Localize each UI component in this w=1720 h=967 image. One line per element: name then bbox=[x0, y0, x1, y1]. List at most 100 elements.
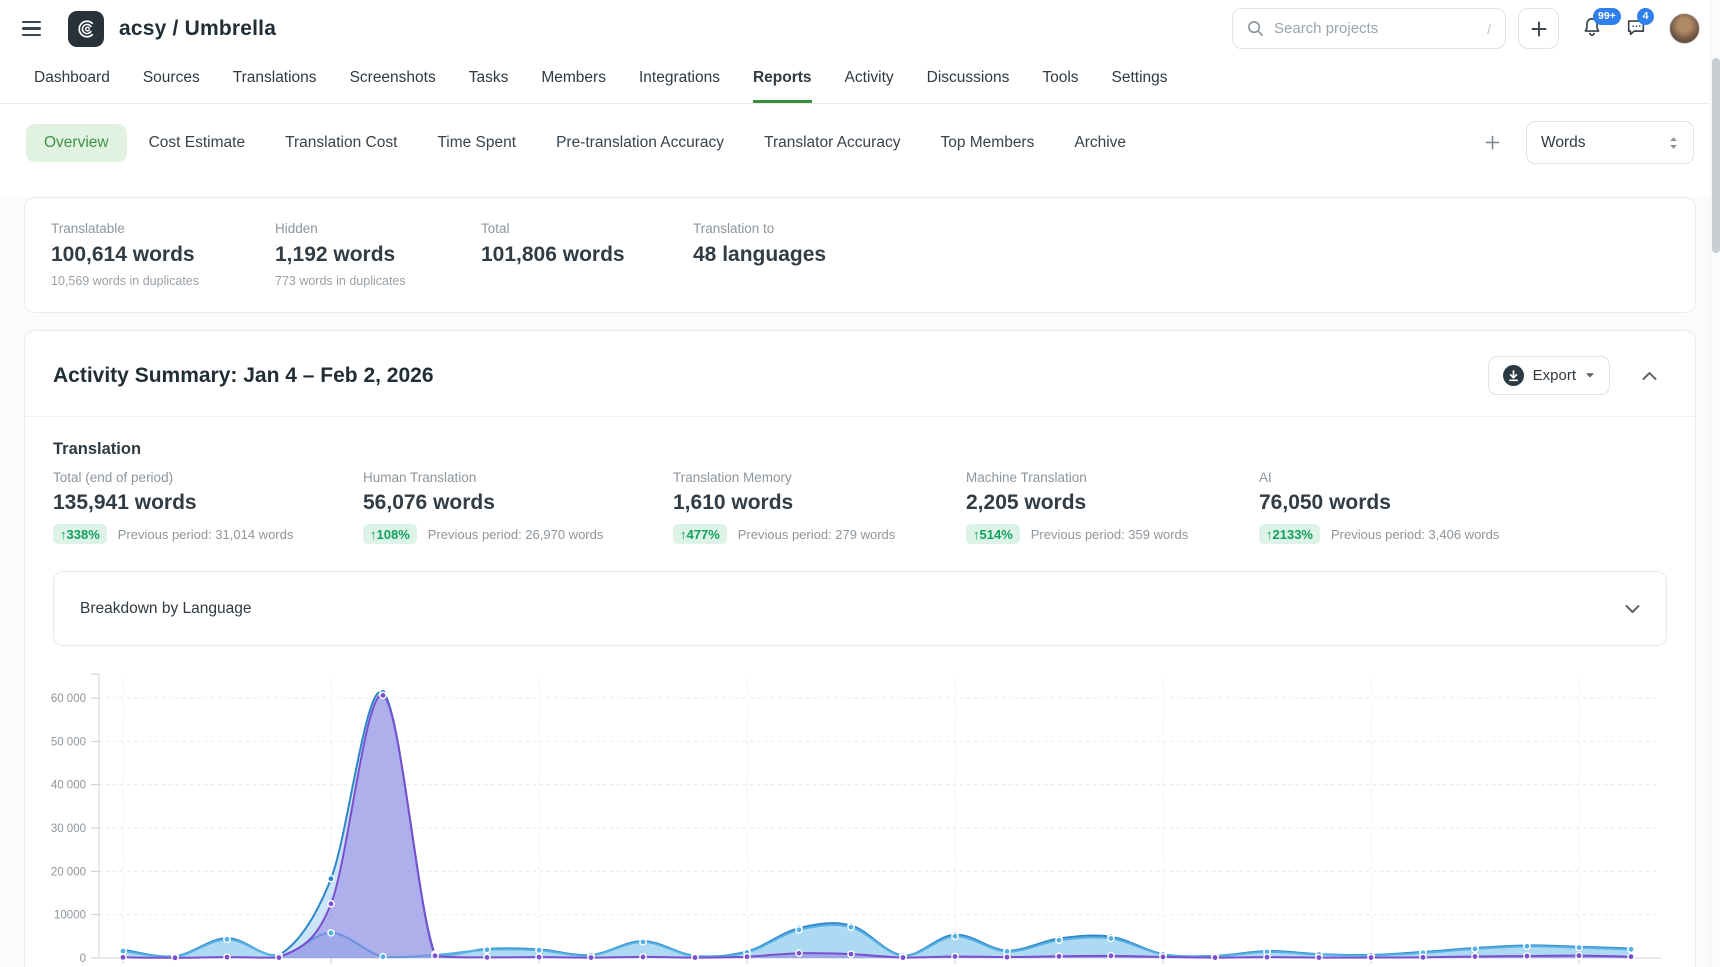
tab-reports[interactable]: Reports bbox=[753, 69, 812, 103]
collapse-section-button[interactable] bbox=[1642, 371, 1657, 381]
create-project-button[interactable] bbox=[1518, 8, 1559, 49]
metric-label: Total (end of period) bbox=[53, 470, 363, 485]
download-circle-icon bbox=[1503, 365, 1524, 386]
tab-discussions[interactable]: Discussions bbox=[927, 69, 1010, 103]
search-shortcut-hint: / bbox=[1487, 21, 1491, 37]
metric-label: Human Translation bbox=[363, 470, 673, 485]
tab-settings[interactable]: Settings bbox=[1112, 69, 1168, 103]
tab-sources[interactable]: Sources bbox=[143, 69, 200, 103]
change-badge: ↑514% bbox=[966, 524, 1020, 544]
stat-label: Total bbox=[481, 221, 693, 236]
menu-icon[interactable] bbox=[22, 17, 46, 41]
metric-value: 76,050 words bbox=[1259, 491, 1499, 515]
metric-label: AI bbox=[1259, 470, 1499, 485]
stat-translatable: Translatable 100,614 words 10,569 words … bbox=[51, 221, 275, 288]
change-badge: ↑108% bbox=[363, 524, 417, 544]
stat-value: 100,614 words bbox=[51, 243, 275, 267]
stat-label: Translatable bbox=[51, 221, 275, 236]
search-icon bbox=[1247, 20, 1264, 37]
svg-text:10000: 10000 bbox=[54, 910, 86, 922]
plus-icon bbox=[1531, 21, 1547, 37]
stat-translation-to: Translation to 48 languages bbox=[693, 221, 826, 288]
top-bar: acsy / Umbrella / 99+ 4 bbox=[0, 0, 1720, 57]
tab-screenshots[interactable]: Screenshots bbox=[350, 69, 436, 103]
report-tab-translator-accuracy[interactable]: Translator Accuracy bbox=[746, 124, 918, 162]
metric-label: Translation Memory bbox=[673, 470, 966, 485]
word-stats-card: Translatable 100,614 words 10,569 words … bbox=[24, 197, 1696, 313]
tab-tasks[interactable]: Tasks bbox=[469, 69, 509, 103]
translation-activity-chart: 01000020 00030 00040 00050 00060 0004 Ja… bbox=[35, 662, 1685, 967]
previous-period: Previous period: 279 words bbox=[738, 527, 896, 542]
app-logo[interactable] bbox=[68, 11, 104, 47]
svg-text:20 000: 20 000 bbox=[51, 866, 86, 878]
tab-members[interactable]: Members bbox=[541, 69, 606, 103]
change-badge: ↑477% bbox=[673, 524, 727, 544]
logo-icon bbox=[74, 17, 98, 41]
messages-count-badge: 4 bbox=[1637, 8, 1654, 25]
metric-total-end-of-period: Total (end of period) 135,941 words ↑338… bbox=[53, 470, 363, 544]
metric-machine-translation: Machine Translation 2,205 words ↑514% Pr… bbox=[966, 470, 1259, 544]
search-input[interactable] bbox=[1274, 20, 1477, 37]
svg-text:60 000: 60 000 bbox=[51, 693, 86, 705]
stat-value: 101,806 words bbox=[481, 243, 693, 267]
previous-period: Previous period: 31,014 words bbox=[118, 527, 294, 542]
metric-human-translation: Human Translation 56,076 words ↑108% Pre… bbox=[363, 470, 673, 544]
report-tab-cost-estimate[interactable]: Cost Estimate bbox=[131, 124, 263, 162]
page-title: acsy / Umbrella bbox=[119, 17, 276, 41]
report-tab-translation-cost[interactable]: Translation Cost bbox=[267, 124, 415, 162]
reports-content: Translatable 100,614 words 10,569 words … bbox=[0, 197, 1720, 967]
change-badge: ↑2133% bbox=[1259, 524, 1320, 544]
scrollbar-thumb[interactable] bbox=[1712, 58, 1720, 253]
notifications-count-badge: 99+ bbox=[1593, 8, 1621, 25]
stat-note: 10,569 words in duplicates bbox=[51, 274, 275, 288]
up-down-arrows-icon bbox=[1668, 135, 1679, 151]
previous-period: Previous period: 26,970 words bbox=[428, 527, 604, 542]
previous-period: Previous period: 3,406 words bbox=[1331, 527, 1499, 542]
chevron-up-icon bbox=[1642, 371, 1657, 381]
export-button-label: Export bbox=[1533, 367, 1576, 384]
tab-translations[interactable]: Translations bbox=[233, 69, 317, 103]
svg-text:50 000: 50 000 bbox=[51, 736, 86, 748]
report-tab-archive[interactable]: Archive bbox=[1056, 124, 1144, 162]
metric-value: 1,610 words bbox=[673, 491, 966, 515]
plus-icon bbox=[1485, 135, 1500, 150]
svg-text:0: 0 bbox=[80, 953, 86, 965]
add-report-button[interactable] bbox=[1479, 129, 1506, 156]
activity-summary-title: Activity Summary: Jan 4 – Feb 2, 2026 bbox=[53, 364, 434, 388]
translation-section-title: Translation bbox=[25, 417, 1695, 459]
metric-value: 56,076 words bbox=[363, 491, 673, 515]
svg-text:30 000: 30 000 bbox=[51, 823, 86, 835]
chevron-down-icon bbox=[1625, 604, 1640, 614]
change-badge: ↑338% bbox=[53, 524, 107, 544]
report-tab-overview[interactable]: Overview bbox=[26, 124, 127, 162]
breakdown-by-language-toggle[interactable]: Breakdown by Language bbox=[53, 571, 1667, 646]
metric-ai: AI 76,050 words ↑2133% Previous period: … bbox=[1259, 470, 1499, 544]
page-scrollbar bbox=[1710, 0, 1720, 967]
messages-button[interactable]: 4 bbox=[1625, 16, 1647, 41]
svg-text:40 000: 40 000 bbox=[51, 780, 86, 792]
export-button[interactable]: Export bbox=[1488, 356, 1610, 395]
metric-value: 2,205 words bbox=[966, 491, 1259, 515]
report-tab-time-spent[interactable]: Time Spent bbox=[419, 124, 534, 162]
activity-summary-card: Activity Summary: Jan 4 – Feb 2, 2026 Ex… bbox=[24, 330, 1696, 967]
stat-hidden: Hidden 1,192 words 773 words in duplicat… bbox=[275, 221, 481, 288]
reports-subnav: Overview Cost Estimate Translation Cost … bbox=[0, 104, 1720, 181]
tab-integrations[interactable]: Integrations bbox=[639, 69, 720, 103]
stat-value: 1,192 words bbox=[275, 243, 481, 267]
stat-label: Translation to bbox=[693, 221, 826, 236]
stat-label: Hidden bbox=[275, 221, 481, 236]
chevron-down-icon bbox=[1585, 372, 1595, 379]
tab-dashboard[interactable]: Dashboard bbox=[34, 69, 110, 103]
tab-tools[interactable]: Tools bbox=[1042, 69, 1078, 103]
metric-value: 135,941 words bbox=[53, 491, 363, 515]
tab-activity[interactable]: Activity bbox=[845, 69, 894, 103]
notifications-button[interactable]: 99+ bbox=[1581, 16, 1603, 41]
search-box[interactable]: / bbox=[1232, 8, 1506, 49]
report-tab-pre-translation-accuracy[interactable]: Pre-translation Accuracy bbox=[538, 124, 742, 162]
unit-select[interactable]: Words bbox=[1526, 121, 1694, 164]
user-avatar[interactable] bbox=[1669, 13, 1700, 44]
breakdown-label: Breakdown by Language bbox=[80, 600, 252, 618]
report-tab-top-members[interactable]: Top Members bbox=[922, 124, 1052, 162]
translation-metrics-row: Total (end of period) 135,941 words ↑338… bbox=[25, 459, 1695, 544]
stat-total: Total 101,806 words bbox=[481, 221, 693, 288]
